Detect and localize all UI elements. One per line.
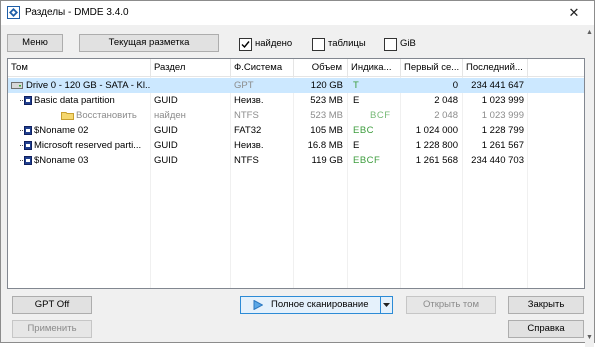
row-size: 523 MB (310, 95, 343, 106)
row-filesystem: NTFS (234, 110, 259, 121)
row-first-sector: 0 (452, 80, 458, 91)
found-checkbox-box[interactable] (239, 38, 252, 51)
gib-checkbox-label: GiB (400, 38, 416, 49)
row-volume-name: Drive 0 - 120 GB - SATA - Kl... (26, 80, 150, 91)
table-row-recover[interactable]: Восстановить найден NTFS 523 MB BCF 2 04… (8, 108, 584, 123)
full-scan-dropdown[interactable] (380, 296, 393, 314)
close-button[interactable]: Закрыть (508, 296, 584, 314)
row-filesystem: Неизв. (234, 140, 264, 151)
table-row-noname-03[interactable]: $Noname 03 GUID NTFS 119 GB EBCF 1 261 5… (8, 153, 584, 168)
row-size: 119 GB (311, 155, 343, 166)
row-partition-type: GUID (154, 125, 178, 136)
checkmark-icon (241, 41, 250, 49)
row-partition-type: GUID (154, 155, 178, 166)
row-filesystem: Неизв. (234, 95, 264, 106)
row-first-sector: 1 228 800 (415, 140, 458, 151)
table-row-drive[interactable]: Drive 0 - 120 GB - SATA - Kl... GPT 120 … (8, 78, 584, 93)
partition-list[interactable]: Том Раздел Ф.Система Объем Индика... Пер… (7, 58, 585, 289)
column-header-partition[interactable]: Раздел (151, 59, 231, 76)
row-last-sector: 234 441 647 (471, 80, 524, 91)
row-volume-name: Microsoft reserved parti... (34, 140, 142, 151)
partitions-window: Разделы - DMDE 3.4.0 ✕ Меню Текущая разм… (0, 0, 595, 347)
table-row-ms-reserved[interactable]: Microsoft reserved parti... GUID Неизв. … (8, 138, 584, 153)
row-indicators: EBCF (353, 155, 381, 166)
row-size: 120 GB (310, 80, 343, 91)
row-volume-name: $Noname 03 (34, 155, 89, 166)
title-bar: Разделы - DMDE 3.4.0 ✕ (1, 1, 594, 25)
window-scrollbar[interactable]: ▲ ▼ (585, 29, 594, 347)
gib-checkbox-box[interactable] (384, 38, 397, 51)
full-scan-button[interactable]: Полное сканирование (240, 296, 381, 314)
close-window-icon[interactable]: ✕ (554, 1, 594, 25)
dmde-app-icon (7, 6, 20, 19)
list-header: Том Раздел Ф.Система Объем Индика... Пер… (8, 59, 584, 77)
found-checkbox-label: найдено (255, 38, 293, 49)
row-volume-name: Восстановить (76, 110, 137, 121)
row-size: 105 MB (310, 125, 343, 136)
apply-button[interactable]: Применить (12, 320, 92, 338)
row-last-sector: 1 228 799 (481, 125, 524, 136)
row-indicators: BCF (370, 110, 391, 121)
row-filesystem: NTFS (234, 155, 259, 166)
full-scan-label: Полное сканирование (271, 299, 369, 310)
open-volume-button[interactable]: Открыть том (406, 296, 496, 314)
row-indicators: E (353, 140, 360, 151)
row-first-sector: 1 024 000 (415, 125, 458, 136)
hard-drive-icon (11, 82, 23, 89)
row-size: 523 MB (310, 110, 343, 121)
row-first-sector: 2 048 (434, 95, 458, 106)
gpt-off-button[interactable]: GPT Off (12, 296, 92, 314)
row-last-sector: 1 023 999 (481, 110, 524, 121)
folder-icon (61, 112, 74, 120)
row-indicators: EBC (353, 125, 375, 136)
row-indicators: T (353, 80, 360, 91)
table-row-basic-data[interactable]: Basic data partition GUID Неизв. 523 MB … (8, 93, 584, 108)
partition-icon (20, 141, 32, 150)
menu-button[interactable]: Меню (7, 34, 63, 52)
column-header-indicators[interactable]: Индика... (348, 59, 401, 76)
column-header-filesystem[interactable]: Ф.Система (231, 59, 294, 76)
partition-icon (20, 156, 32, 165)
row-filesystem: FAT32 (234, 125, 262, 136)
row-volume-name: Basic data partition (34, 95, 115, 106)
row-first-sector: 2 048 (434, 110, 458, 121)
column-header-first-sector[interactable]: Первый се... (401, 59, 463, 76)
tables-checkbox-label: таблицы (328, 38, 366, 49)
column-header-size[interactable]: Объем (294, 59, 348, 76)
row-partition-type: найден (154, 110, 186, 121)
row-first-sector: 1 261 568 (415, 155, 458, 166)
row-volume-name: $Noname 02 (34, 125, 89, 136)
row-filesystem: GPT (234, 80, 254, 91)
window-title: Разделы - DMDE 3.4.0 (25, 7, 129, 18)
current-layout-button[interactable]: Текущая разметка (79, 34, 219, 52)
scroll-up-icon[interactable]: ▲ (586, 29, 593, 38)
row-size: 16.8 MB (307, 140, 343, 151)
table-row-noname-02[interactable]: $Noname 02 GUID FAT32 105 MB EBC 1 024 0… (8, 123, 584, 138)
chevron-down-icon (383, 303, 390, 307)
partition-icon (20, 96, 32, 105)
column-header-volume[interactable]: Том (8, 59, 151, 76)
row-partition-type (154, 78, 230, 93)
row-partition-type: GUID (154, 140, 178, 151)
scroll-down-icon[interactable]: ▼ (586, 334, 593, 343)
help-button[interactable]: Справка (508, 320, 584, 338)
row-indicators: E (353, 95, 360, 106)
partition-icon (20, 126, 32, 135)
row-last-sector: 234 440 703 (471, 155, 524, 166)
column-header-last-sector[interactable]: Последний... (463, 59, 528, 76)
tables-checkbox-box[interactable] (312, 38, 325, 51)
play-icon (253, 300, 263, 310)
row-partition-type: GUID (154, 95, 178, 106)
row-last-sector: 1 023 999 (481, 95, 524, 106)
row-last-sector: 1 261 567 (481, 140, 524, 151)
